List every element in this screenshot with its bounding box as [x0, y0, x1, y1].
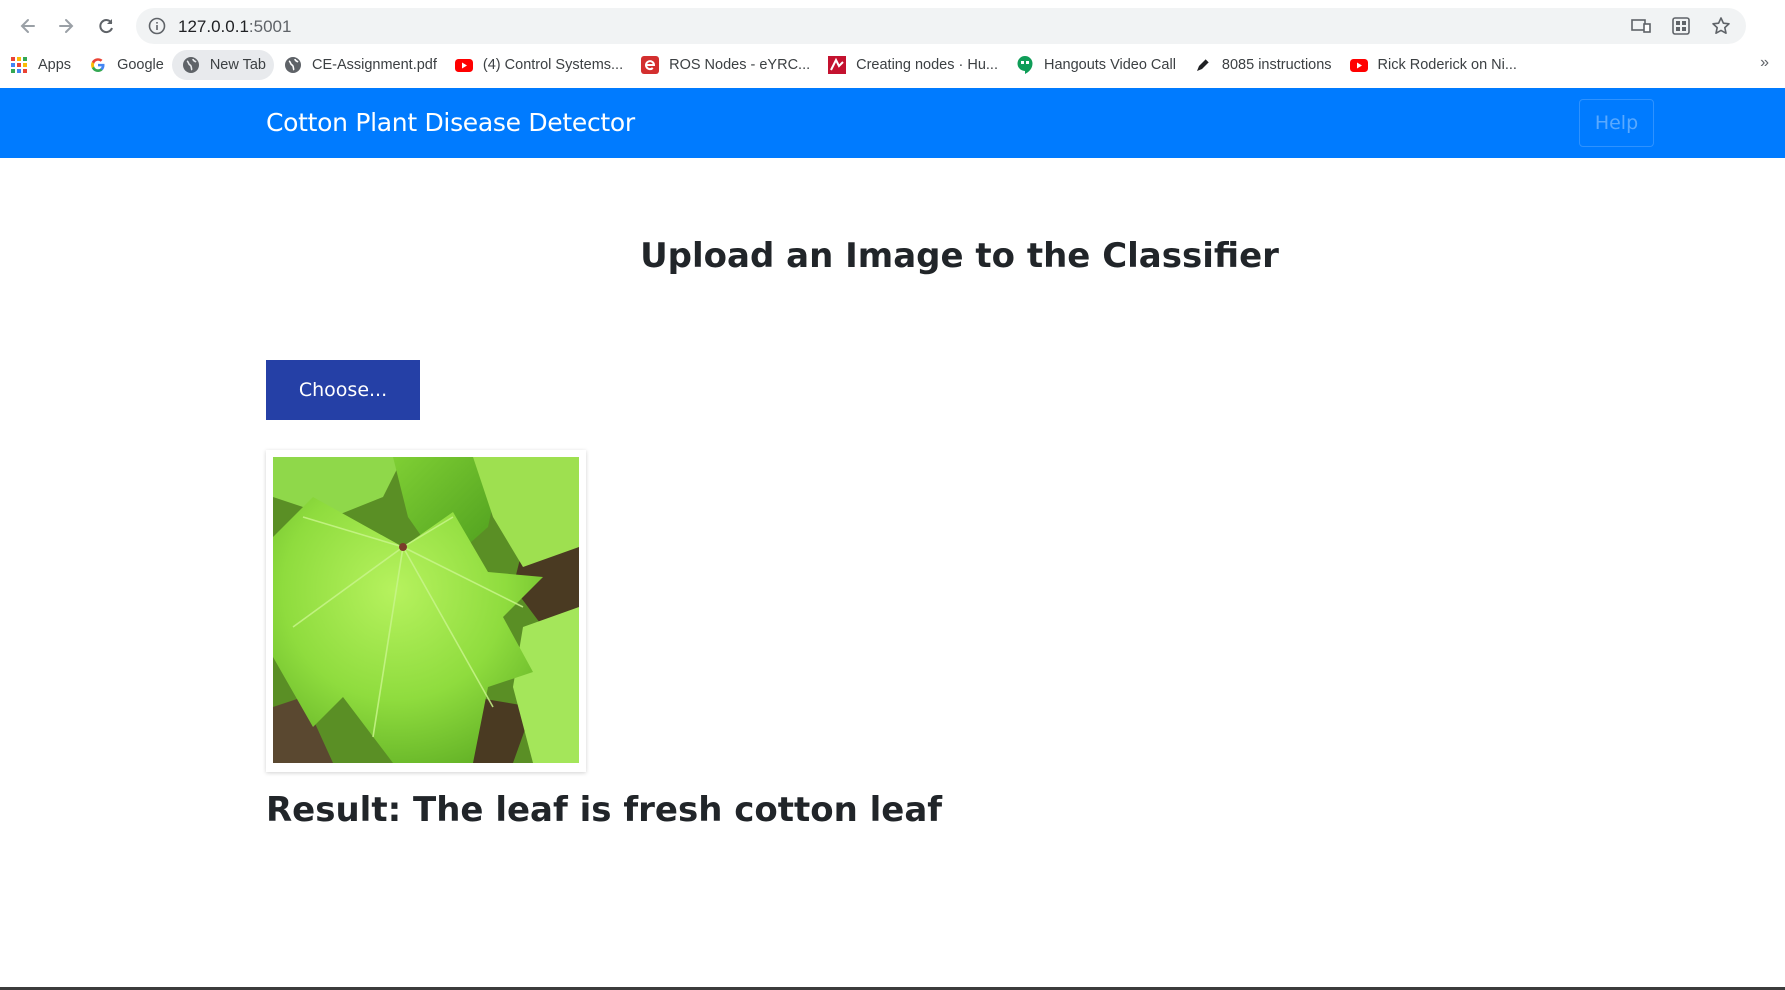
- bookmark-label: Google: [117, 57, 164, 73]
- result-text: Result: The leaf is fresh cotton leaf: [266, 790, 943, 830]
- google-icon: [89, 56, 107, 74]
- bookmark-label: New Tab: [209, 57, 266, 73]
- url-port: :5001: [248, 17, 292, 36]
- bookmark-creating-nodes[interactable]: Creating nodes · Hu...: [818, 50, 1006, 80]
- bookmark-label: Hangouts Video Call: [1043, 57, 1176, 73]
- eyantra-icon: [641, 56, 660, 74]
- page-title: Upload an Image to the Classifier: [640, 236, 1279, 276]
- bookmark-8085[interactable]: 8085 instructions: [1184, 50, 1340, 80]
- browser-toolbar: 127.0.0.1:5001: [0, 6, 1785, 46]
- bookmark-label: CE-Assignment.pdf: [311, 57, 437, 73]
- bookmark-control-systems[interactable]: (4) Control Systems...: [445, 50, 631, 80]
- globe-icon: [284, 56, 302, 74]
- bookmark-ce-assignment[interactable]: CE-Assignment.pdf: [274, 50, 445, 80]
- cast-icon[interactable]: [1630, 16, 1652, 36]
- app-navbar: Cotton Plant Disease Detector Help: [0, 88, 1785, 158]
- reload-icon[interactable]: [92, 12, 120, 40]
- url-text: 127.0.0.1:5001: [178, 17, 291, 37]
- huggingface-icon: [828, 56, 847, 74]
- bookmark-hangouts[interactable]: Hangouts Video Call: [1006, 50, 1184, 80]
- apps-grid-icon: [10, 56, 28, 74]
- back-icon[interactable]: [14, 12, 42, 40]
- bookmark-label: Apps: [38, 57, 72, 73]
- bookmark-label: Creating nodes · Hu...: [856, 57, 998, 73]
- bookmark-rick-roderick[interactable]: Rick Roderick on Ni...: [1340, 50, 1525, 80]
- bookmark-apps[interactable]: Apps: [0, 50, 79, 80]
- bookmarks-bar: Apps Google New Tab CE-Assignment.pdf (4…: [0, 48, 1785, 82]
- more-bookmarks-chevron-icon[interactable]: »: [1760, 54, 1769, 72]
- url-host: 127.0.0.1: [178, 17, 249, 36]
- pen-icon: [1194, 56, 1212, 74]
- bookmark-star-icon[interactable]: [1710, 16, 1732, 36]
- bookmark-new-tab[interactable]: New Tab: [171, 50, 274, 80]
- qr-code-icon[interactable]: [1670, 16, 1692, 36]
- address-bar[interactable]: 127.0.0.1:5001: [136, 8, 1746, 44]
- youtube-icon: [454, 56, 473, 74]
- navbar-brand[interactable]: Cotton Plant Disease Detector: [266, 108, 635, 137]
- image-preview: [266, 450, 586, 772]
- bookmark-google[interactable]: Google: [79, 50, 172, 80]
- cotton-leaf-image: [273, 457, 579, 763]
- browser-chrome: 127.0.0.1:5001 Apps Google New Tab CE-As…: [0, 0, 1785, 88]
- hangouts-icon: [1016, 56, 1034, 74]
- choose-file-button[interactable]: Choose...: [266, 360, 420, 420]
- bookmark-label: ROS Nodes - eYRC...: [669, 57, 811, 73]
- globe-icon: [182, 56, 200, 74]
- bookmark-label: 8085 instructions: [1221, 57, 1332, 73]
- site-info-icon[interactable]: [148, 17, 166, 35]
- forward-icon[interactable]: [52, 12, 80, 40]
- help-button[interactable]: Help: [1579, 99, 1654, 147]
- bookmark-ros-nodes[interactable]: ROS Nodes - eYRC...: [631, 50, 818, 80]
- youtube-icon: [1349, 56, 1368, 74]
- bookmark-label: (4) Control Systems...: [482, 57, 624, 73]
- bookmark-label: Rick Roderick on Ni...: [1377, 57, 1517, 73]
